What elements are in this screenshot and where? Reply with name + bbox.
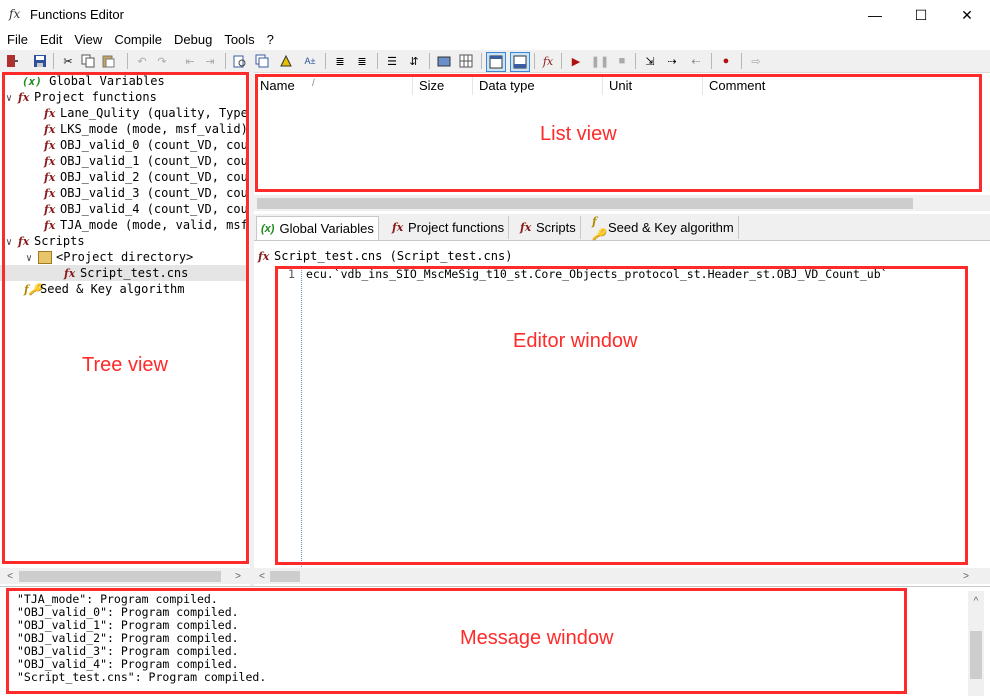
find-replace-icon[interactable] <box>253 52 271 70</box>
find-icon[interactable] <box>231 52 249 70</box>
maximize-button[interactable]: ☐ <box>898 0 944 30</box>
menu-file[interactable]: File <box>0 30 33 50</box>
step-out-icon[interactable]: ⇠ <box>687 52 705 70</box>
scroll-left-icon[interactable]: < <box>2 568 18 584</box>
align-right-icon[interactable]: ≣ <box>353 52 371 70</box>
fx-icon: fx <box>258 250 270 263</box>
title-bar: fx Functions Editor — ☐ ✕ <box>0 0 990 30</box>
sort-icon[interactable]: ⇵ <box>405 52 423 70</box>
outdent-icon[interactable]: ⇥ <box>201 52 219 70</box>
menu-edit[interactable]: Edit <box>33 30 67 50</box>
pause-icon[interactable]: ❚❚ <box>591 52 609 70</box>
paste-icon[interactable] <box>99 52 117 70</box>
scroll-left-icon[interactable]: < <box>254 568 270 584</box>
library-icon[interactable] <box>435 52 453 70</box>
forward-icon[interactable]: ⇨ <box>747 52 765 70</box>
fx-icon: fx <box>520 221 532 234</box>
menu-help[interactable]: ? <box>260 30 279 50</box>
list-icon[interactable]: ☰ <box>383 52 401 70</box>
scroll-thumb[interactable] <box>257 198 913 209</box>
list-view-annotation-label: List view <box>540 123 617 145</box>
step-over-icon[interactable]: ⇢ <box>663 52 681 70</box>
align-left-icon[interactable]: ≣ <box>331 52 349 70</box>
tree-view-annotation-box <box>2 72 249 564</box>
run-icon[interactable]: ▶ <box>567 52 585 70</box>
menu-compile[interactable]: Compile <box>107 30 167 50</box>
list-view-annotation-box <box>255 74 982 192</box>
message-vertical-scrollbar[interactable]: ^ <box>968 591 984 696</box>
fx-icon: fx <box>9 7 21 21</box>
view-message-icon[interactable] <box>510 52 530 72</box>
scroll-thumb[interactable] <box>270 571 300 582</box>
scroll-right-icon[interactable]: > <box>958 568 974 584</box>
tree-horizontal-scrollbar[interactable]: < > <box>0 568 250 584</box>
scroll-thumb[interactable] <box>19 571 221 582</box>
cut-icon[interactable]: ✂ <box>59 52 77 70</box>
editor-annotation-box <box>275 266 968 565</box>
exit-icon[interactable] <box>3 52 21 70</box>
variable-icon: (x) <box>261 222 275 235</box>
menu-bar: File Edit View Compile Debug Tools ? <box>0 30 990 50</box>
close-button[interactable]: ✕ <box>944 0 990 30</box>
window-title: Functions Editor <box>30 7 124 22</box>
stop-icon[interactable]: ■ <box>613 52 631 70</box>
compile-icon[interactable]: fx <box>539 52 557 70</box>
tab-scripts[interactable]: fx Scripts <box>516 216 581 239</box>
scroll-up-icon[interactable]: ^ <box>968 593 984 609</box>
step-into-icon[interactable]: ⇲ <box>641 52 659 70</box>
minimize-button[interactable]: — <box>852 0 898 30</box>
list-horizontal-scrollbar[interactable] <box>254 195 990 211</box>
toolbar: ✂ ↶ ↷ ⇤ ⇥ A± ≣ ≣ ☰ ⇵ fx ▶ ❚❚ ■ ⇲ ⇢ ⇠ ● ⇨ <box>0 50 990 73</box>
font-icon[interactable]: A± <box>301 52 319 70</box>
undo-icon[interactable]: ↶ <box>133 52 151 70</box>
scroll-right-icon[interactable]: > <box>230 568 246 584</box>
tab-global-variables[interactable]: (x) Global Variables <box>256 216 379 240</box>
indent-icon[interactable]: ⇤ <box>181 52 199 70</box>
key-icon: f🔑 <box>592 214 606 241</box>
grid-icon[interactable] <box>457 52 475 70</box>
copy-icon[interactable] <box>79 52 97 70</box>
menu-debug[interactable]: Debug <box>167 30 217 50</box>
redo-icon[interactable]: ↷ <box>153 52 171 70</box>
tab-project-functions[interactable]: fx Project functions <box>388 216 510 239</box>
fx-icon: fx <box>392 221 404 234</box>
editor-annotation-label: Editor window <box>513 330 638 352</box>
editor-horizontal-scrollbar[interactable]: < > <box>254 568 990 584</box>
goto-icon[interactable] <box>277 52 295 70</box>
editor-title: fx Script_test.cns (Script_test.cns) <box>258 249 513 263</box>
message-annotation-label: Message window <box>460 627 614 649</box>
breakpoint-icon[interactable]: ● <box>717 52 735 70</box>
message-annotation-box <box>6 588 907 694</box>
tab-bar: (x) Global Variables fx Project functions … <box>254 214 990 241</box>
tree-view-annotation-label: Tree view <box>82 354 168 376</box>
save-icon[interactable] <box>31 52 49 70</box>
menu-tools[interactable]: Tools <box>217 30 259 50</box>
tab-seed-key[interactable]: f🔑 Seed & Key algorithm <box>588 214 739 241</box>
scroll-thumb[interactable] <box>970 631 982 679</box>
menu-view[interactable]: View <box>67 30 107 50</box>
view-tree-icon[interactable] <box>486 52 506 72</box>
